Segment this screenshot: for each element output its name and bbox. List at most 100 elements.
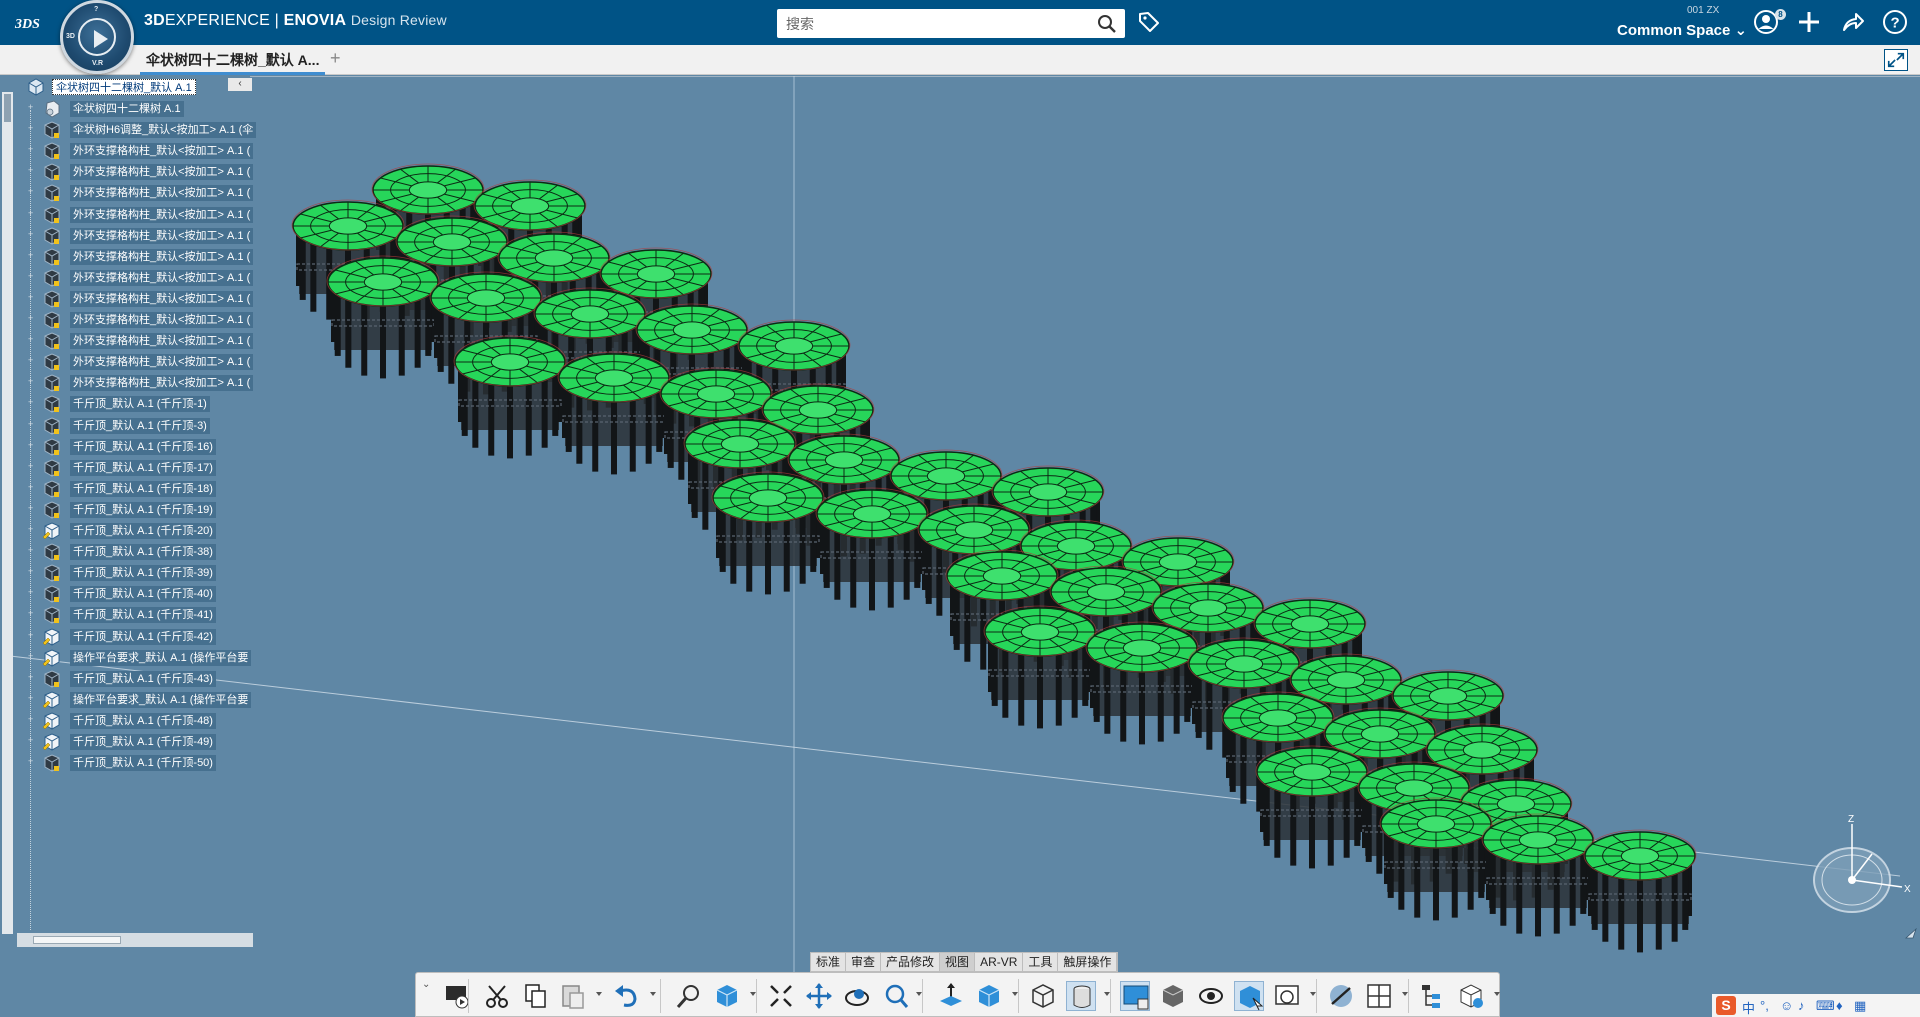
tree-node[interactable]: + 千斤顶_默认 A.1 (千斤顶-3) [28, 415, 254, 437]
tree-node[interactable]: + 外环支撑格构柱_默认<按加工> A.1 ( [28, 330, 254, 352]
filter-icon[interactable] [1272, 981, 1302, 1011]
part-instance-icon[interactable] [42, 627, 62, 647]
product-instance-icon[interactable] [42, 205, 62, 225]
section-tab[interactable]: 触屏操作 [1058, 953, 1118, 971]
assembly-icon[interactable] [42, 99, 62, 119]
tree-node[interactable]: + 千斤顶_默认 A.1 (千斤顶-38) [28, 541, 254, 563]
fit-all-icon[interactable] [766, 981, 796, 1011]
tree-node[interactable]: + 外环支撑格构柱_默认<按加工> A.1 ( [28, 351, 254, 373]
product-instance-icon[interactable] [42, 479, 62, 499]
tree-expand-toggle[interactable]: + [28, 673, 35, 682]
tree-node[interactable]: + 伞状树H6调整_默认<按加工> A.1 (伞 [28, 119, 257, 141]
cube-view-icon[interactable] [712, 981, 742, 1011]
tree-expand-toggle[interactable]: + [28, 546, 35, 555]
help-icon[interactable]: ? [1882, 9, 1908, 35]
tree-node[interactable]: + 外环支撑格构柱_默认<按加工> A.1 ( [28, 309, 254, 331]
product-instance-icon[interactable] [42, 542, 62, 562]
umbrella-tree[interactable] [1583, 829, 1697, 953]
part-instance-icon[interactable] [42, 711, 62, 731]
compass-button[interactable]: ? 3D V.R [60, 0, 134, 74]
3d-viewport[interactable] [0, 76, 1920, 1017]
copy-icon[interactable] [520, 981, 550, 1011]
product-instance-icon[interactable] [42, 310, 62, 330]
tree-expand-toggle[interactable]: + [28, 335, 35, 344]
ime-emoji-icon[interactable]: ☺ [1780, 998, 1793, 1013]
measure-icon[interactable] [1326, 981, 1356, 1011]
tree-node[interactable]: + 千斤顶_默认 A.1 (千斤顶-1) [28, 393, 254, 415]
tree-expand-toggle[interactable]: + [28, 145, 35, 154]
umbrella-tree[interactable] [815, 487, 929, 611]
ime-voice-icon[interactable]: ♪ [1798, 998, 1805, 1013]
product-instance-icon[interactable] [42, 753, 62, 773]
zoom-icon[interactable] [882, 981, 912, 1011]
tree-hscroll-thumb[interactable] [33, 936, 121, 944]
tree-node[interactable]: + 操作平台要求_默认 A.1 (操作平台要 [28, 689, 254, 711]
product-instance-icon[interactable] [42, 162, 62, 182]
section-tab[interactable]: 标准 [811, 953, 847, 971]
tree-expand-toggle[interactable]: + [28, 757, 35, 766]
product-instance-icon[interactable] [42, 394, 62, 414]
umbrella-tree[interactable] [1085, 621, 1199, 745]
tree-expand-toggle[interactable]: + [28, 567, 35, 576]
tree-node[interactable]: + 千斤顶_默认 A.1 (千斤顶-40) [28, 583, 254, 605]
product-instance-icon[interactable] [42, 120, 62, 140]
sogou-ime-icon[interactable]: S [1716, 996, 1736, 1015]
tree-node[interactable]: + 千斤顶_默认 A.1 (千斤顶-49) [28, 731, 254, 753]
pan-icon[interactable] [804, 981, 834, 1011]
tree-node[interactable]: + 操作平台要求_默认 A.1 (操作平台要 [28, 647, 254, 669]
section-tab[interactable]: 工具 [1023, 953, 1059, 971]
space-selector[interactable]: Common Space ⌄ [1617, 21, 1747, 39]
tree-node[interactable]: + 外环支撑格构柱_默认<按加工> A.1 ( [28, 204, 254, 226]
product-instance-icon[interactable] [42, 669, 62, 689]
tree-root-node[interactable]: 伞状树四十二棵树_默认 A.1 [28, 76, 254, 98]
product-instance-icon[interactable] [42, 226, 62, 246]
dropdown-arrow-icon[interactable] [596, 992, 602, 996]
hide-show-icon[interactable] [1196, 981, 1226, 1011]
ime-punct-toggle[interactable]: °, [1760, 998, 1769, 1013]
multi-view-icon[interactable] [1120, 981, 1150, 1011]
tree-node[interactable]: + 千斤顶_默认 A.1 (千斤顶-50) [28, 752, 254, 774]
action-bar-expand-icon[interactable]: ⌄ [422, 979, 430, 990]
tree-structure-icon[interactable] [1418, 981, 1448, 1011]
tree-node[interactable]: + 外环支撑格构柱_默认<按加工> A.1 ( [28, 161, 254, 183]
tree-expand-toggle[interactable]: + [28, 609, 35, 618]
tree-expand-toggle[interactable]: + [28, 631, 35, 640]
section-tab[interactable]: AR-VR [975, 953, 1024, 971]
product-instance-icon[interactable] [42, 268, 62, 288]
tag-icon[interactable] [1137, 10, 1161, 34]
orientation-compass[interactable]: Z X [1797, 810, 1917, 920]
product-instance-icon[interactable] [42, 352, 62, 372]
product-instance-icon[interactable] [42, 331, 62, 351]
share-icon[interactable] [1840, 9, 1866, 35]
tree-expand-toggle[interactable]: + [28, 736, 35, 745]
tree-node[interactable]: + 外环支撑格构柱_默认<按加工> A.1 ( [28, 246, 254, 268]
tree-node[interactable]: + 外环支撑格构柱_默认<按加工> A.1 ( [28, 267, 254, 289]
tree-expand-toggle[interactable]: + [28, 504, 35, 513]
umbrella-tree[interactable] [326, 255, 440, 379]
normal-view-icon[interactable] [936, 981, 966, 1011]
umbrella-tree[interactable] [1379, 797, 1493, 921]
tree-node[interactable]: + 千斤顶_默认 A.1 (千斤顶-48) [28, 710, 254, 732]
search-icon[interactable] [1097, 14, 1117, 34]
tree-expand-toggle[interactable]: + [28, 209, 35, 218]
search-input[interactable] [777, 9, 1087, 38]
tree-node[interactable]: + 千斤顶_默认 A.1 (千斤顶-39) [28, 562, 254, 584]
tree-expand-toggle[interactable]: + [28, 525, 35, 534]
tree-expand-toggle[interactable]: + [28, 483, 35, 492]
tree-node[interactable]: + 千斤顶_默认 A.1 (千斤顶-19) [28, 499, 254, 521]
ime-toolbox-icon[interactable]: ▦ [1854, 998, 1866, 1014]
tree-expand-toggle[interactable]: + [28, 715, 35, 724]
fullscreen-icon[interactable] [1884, 49, 1908, 71]
tree-node[interactable]: + 外环支撑格构柱_默认<按加工> A.1 ( [28, 288, 254, 310]
ime-keyboard-icon[interactable]: ⌨ [1816, 998, 1835, 1014]
tab-document[interactable]: 伞状树四十二棵树_默认 A... [140, 45, 326, 75]
tree-node[interactable]: + 千斤顶_默认 A.1 (千斤顶-43) [28, 668, 254, 690]
product-instance-icon[interactable] [42, 141, 62, 161]
section-tab[interactable]: 审查 [846, 953, 882, 971]
scissors-icon[interactable] [482, 981, 512, 1011]
zoom-search-icon[interactable] [674, 981, 704, 1011]
umbrella-tree[interactable] [453, 335, 567, 459]
cylinder-shading-icon[interactable] [1066, 981, 1096, 1011]
split-view-icon[interactable] [1364, 981, 1394, 1011]
tree-expand-toggle[interactable]: + [28, 314, 35, 323]
